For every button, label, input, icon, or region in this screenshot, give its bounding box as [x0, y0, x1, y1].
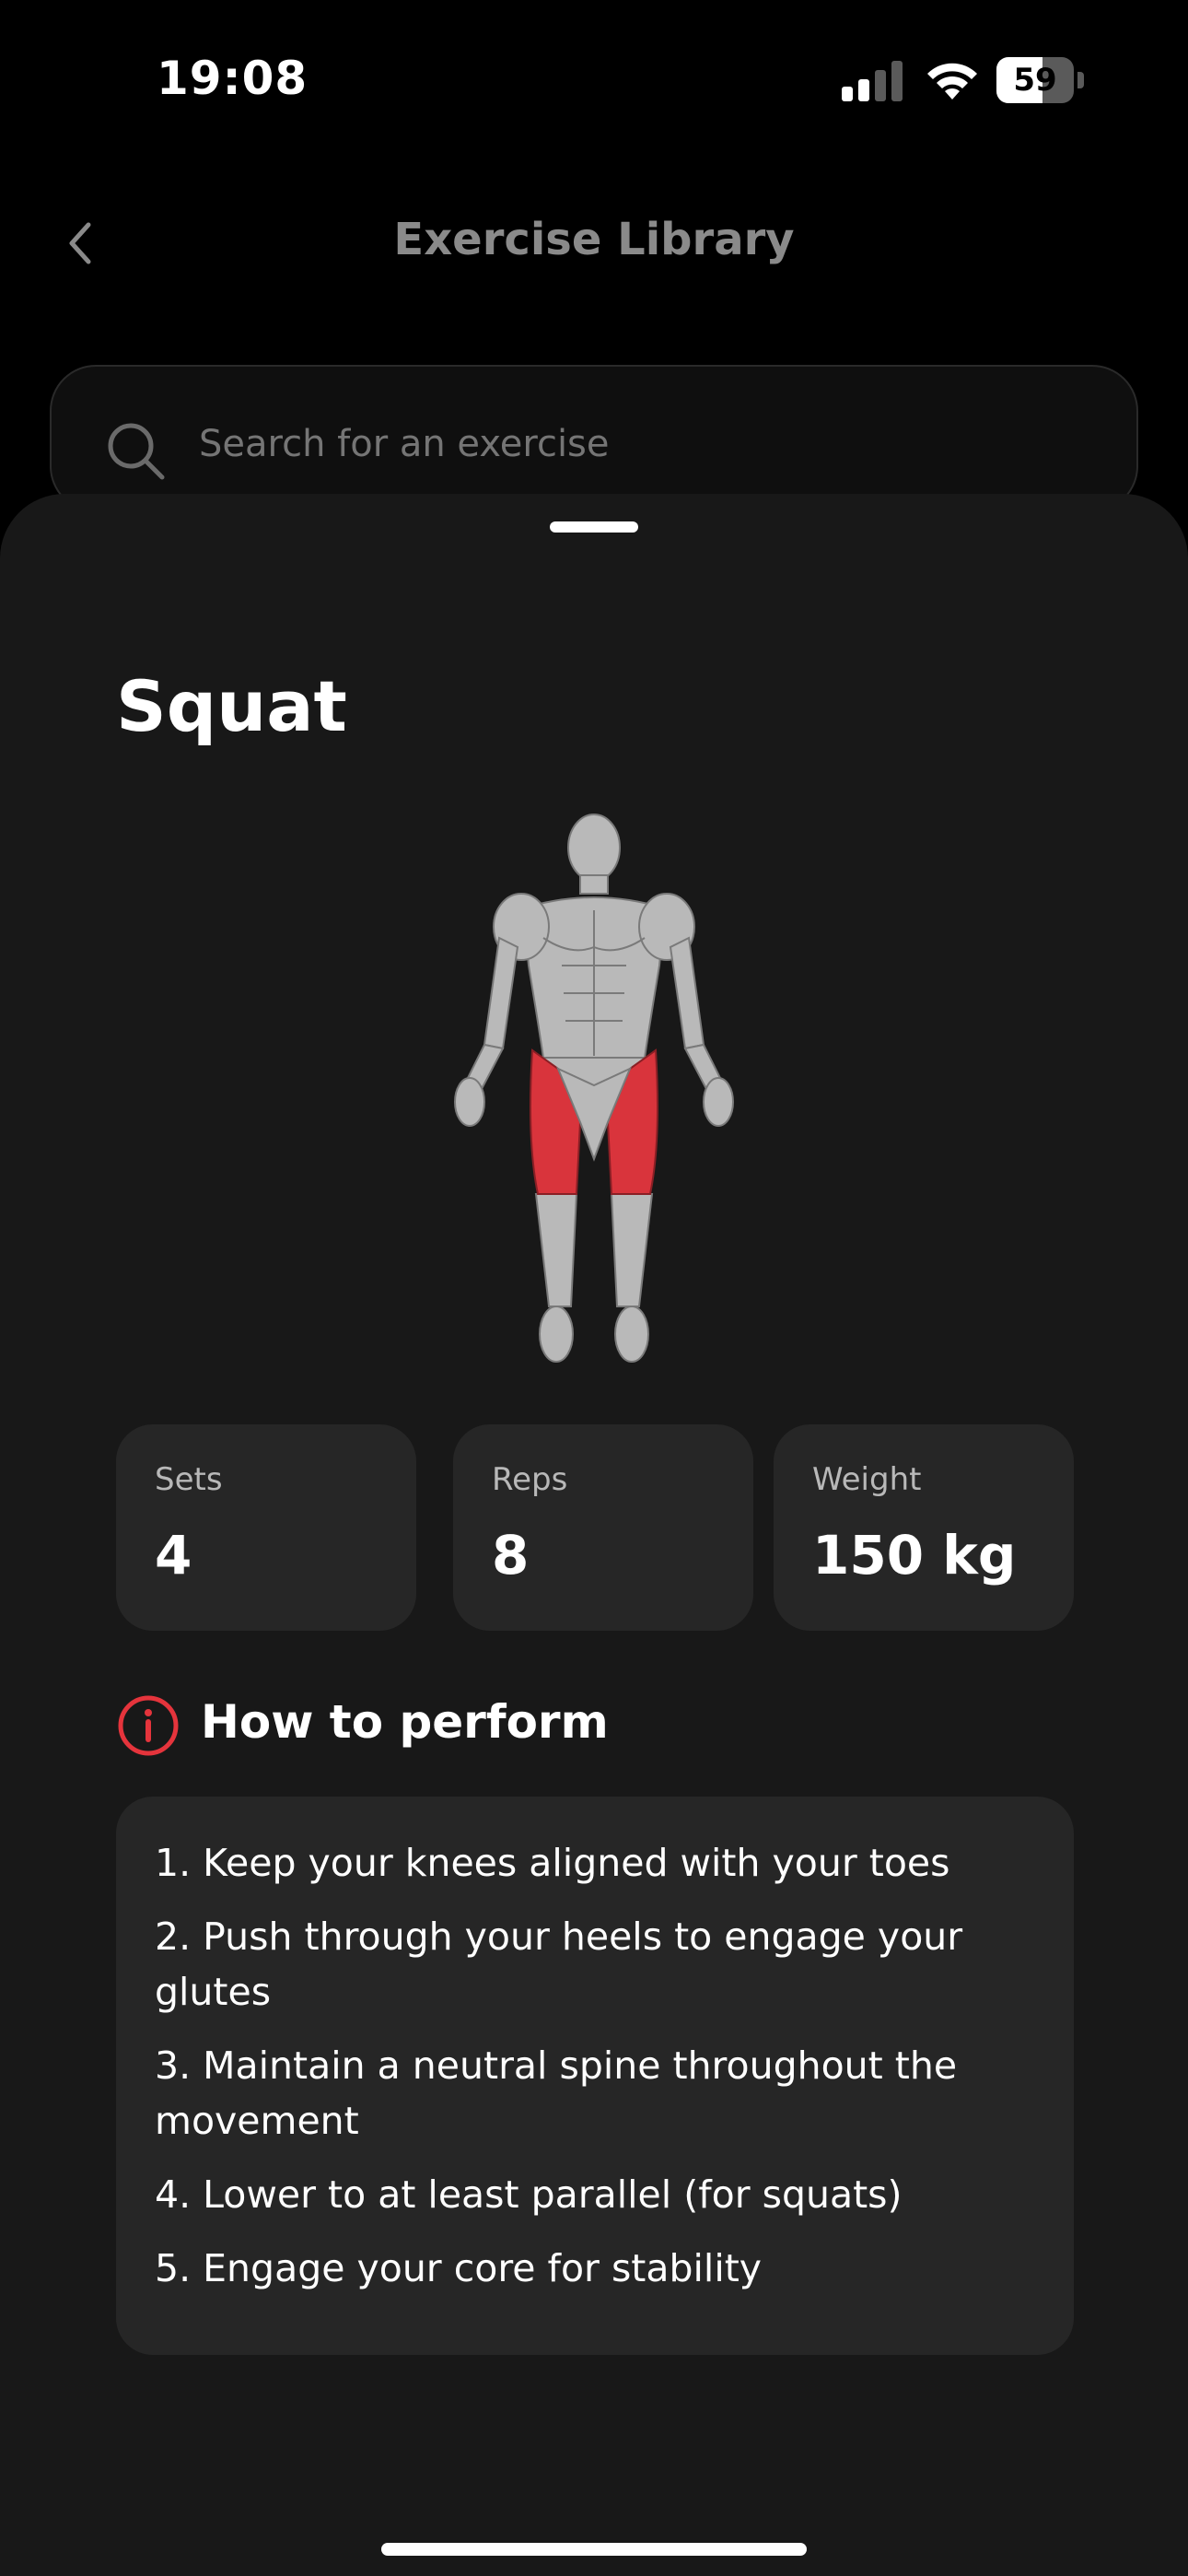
- battery-level: 59: [1013, 62, 1057, 99]
- sets-card: Sets 4: [116, 1424, 416, 1631]
- instruction-step: 4. Lower to at least parallel (for squat…: [155, 2172, 903, 2217]
- weight-card: Weight 150 kg: [774, 1424, 1074, 1631]
- weight-value: 150 kg: [812, 1524, 1017, 1587]
- instruction-step: 3. Maintain a neutral spine throughout t…: [155, 2043, 958, 2143]
- weight-label: Weight: [812, 1461, 922, 1498]
- instruction-step: 5. Engage your core for stability: [155, 2246, 763, 2290]
- home-indicator[interactable]: [381, 2543, 807, 2556]
- search-icon: [108, 423, 165, 480]
- search-input[interactable]: [197, 422, 1030, 466]
- how-to-title: How to perform: [201, 1695, 609, 1749]
- reps-card: Reps 8: [453, 1424, 753, 1631]
- exercise-detail-sheet: Squat Sets 4 Reps 8 Weight 150 kg How to…: [0, 494, 1188, 2576]
- page-title: Exercise Library: [393, 214, 795, 265]
- battery-icon: 59: [996, 57, 1085, 103]
- exercise-title: Squat: [116, 665, 347, 747]
- wifi-icon: [927, 63, 977, 100]
- status-bar: 19:08 59: [0, 0, 1188, 157]
- reps-label: Reps: [492, 1461, 568, 1498]
- status-time: 19:08: [157, 52, 309, 105]
- muscle-diagram: [454, 814, 734, 1363]
- sets-value: 4: [155, 1524, 192, 1587]
- sets-label: Sets: [155, 1461, 223, 1498]
- sheet-grabber[interactable]: [550, 521, 638, 533]
- cellular-signal-icon: [842, 61, 903, 101]
- instruction-step: 1. Keep your knees aligned with your toe…: [155, 1841, 950, 1885]
- reps-value: 8: [492, 1524, 530, 1587]
- search-box[interactable]: [50, 365, 1138, 512]
- instruction-step: 2. Push through your heels to engage you…: [155, 1914, 963, 2014]
- instructions-card: 1. Keep your knees aligned with your toe…: [116, 1797, 1074, 2355]
- info-icon: [118, 1695, 179, 1756]
